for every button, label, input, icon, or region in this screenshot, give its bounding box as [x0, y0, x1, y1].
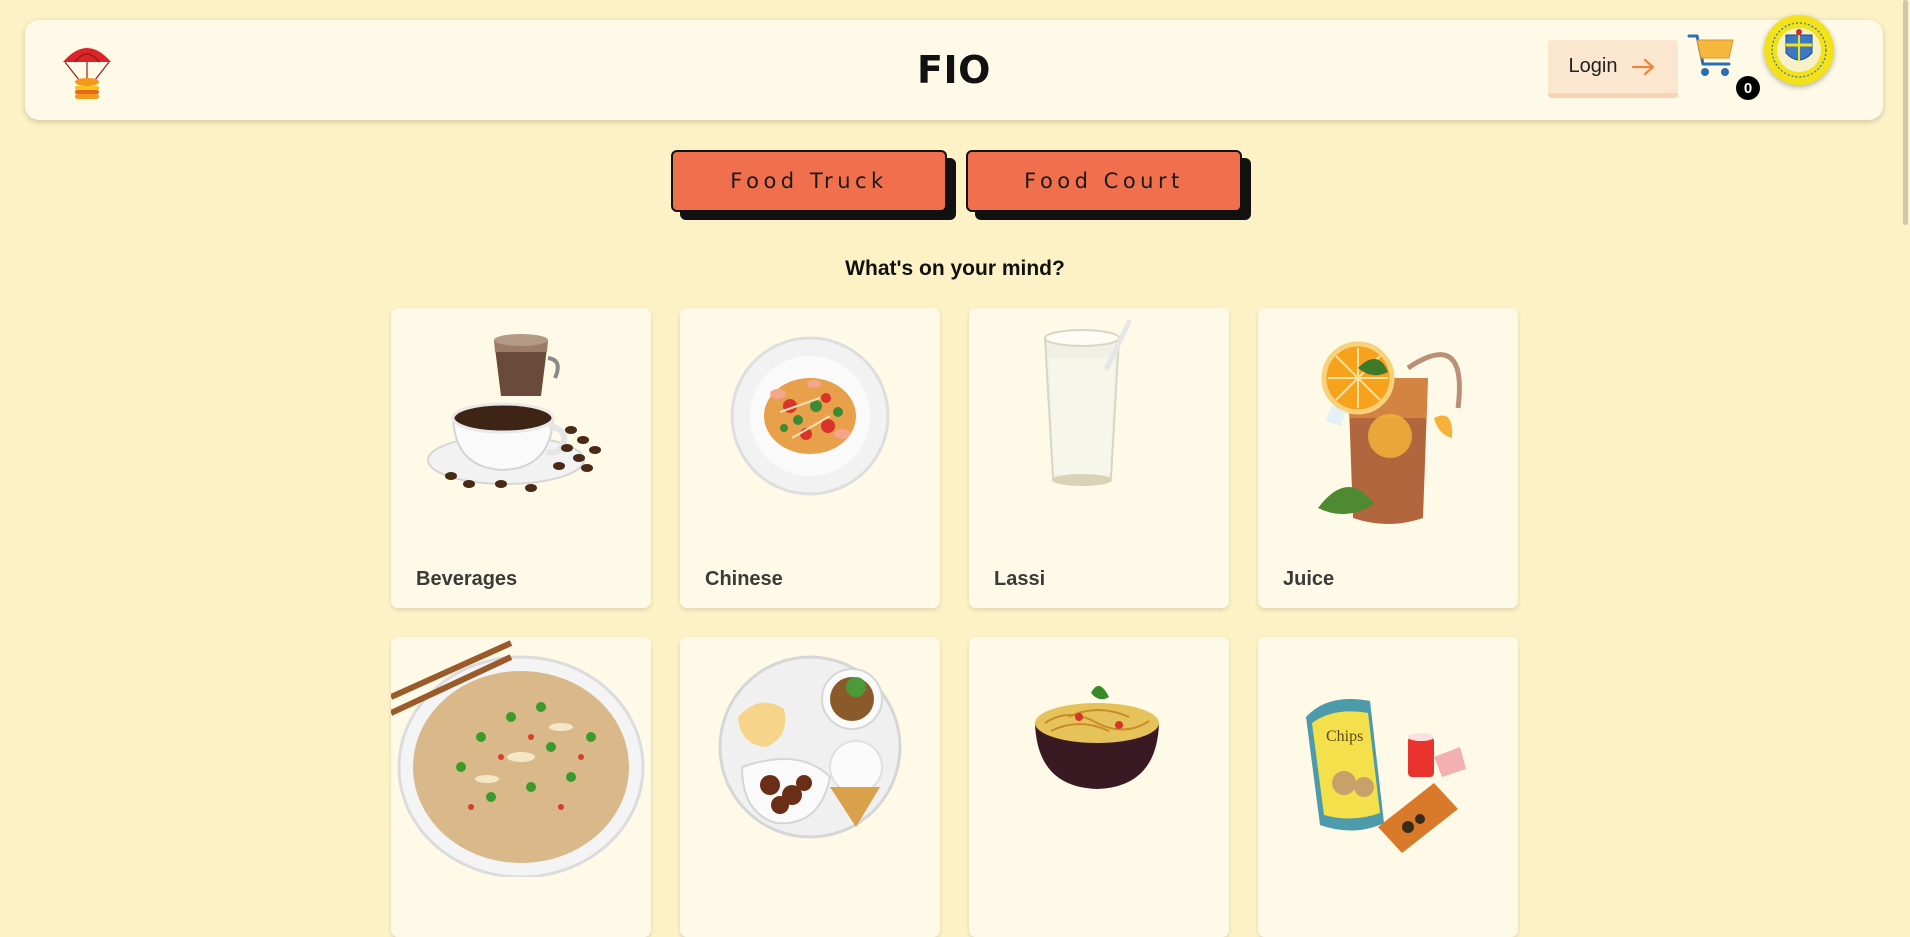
profile-avatar[interactable]: [1764, 15, 1834, 85]
fried-rice-icon: [391, 640, 645, 877]
coffee-cups-icon: [427, 334, 601, 492]
svg-text:Chips: Chips: [1326, 728, 1363, 745]
section-heading: What's on your mind?: [845, 257, 1065, 280]
food-court-button[interactable]: Food Court: [966, 150, 1242, 212]
category-card-thali[interactable]: [680, 637, 940, 937]
category-card-fried-rice[interactable]: [391, 637, 651, 937]
food-truck-button[interactable]: Food Truck: [671, 150, 947, 212]
category-label: Juice: [1283, 568, 1335, 590]
shopping-cart-icon[interactable]: [1685, 28, 1739, 82]
category-card-chinese[interactable]: Chinese: [680, 308, 940, 608]
category-label: Beverages: [416, 568, 518, 590]
chips-snacks-icon: Chips: [1306, 699, 1466, 853]
cart-count-badge: 0: [1736, 76, 1760, 100]
institute-seal-icon: [1766, 17, 1832, 83]
scrollbar-thumb[interactable]: [1903, 0, 1908, 225]
category-label: Lassi: [994, 568, 1046, 590]
category-card-snacks[interactable]: Chips: [1258, 637, 1518, 937]
category-card-beverages[interactable]: Beverages: [391, 308, 651, 608]
lassi-glass-icon: [1043, 319, 1132, 486]
login-button[interactable]: Login: [1548, 40, 1678, 98]
iced-tea-glass-icon: [1318, 341, 1462, 524]
noodle-salad-plate-icon: [730, 336, 890, 496]
category-card-noodles[interactable]: [969, 637, 1229, 937]
thali-plate-icon: [718, 655, 902, 839]
category-card-lassi[interactable]: Lassi: [969, 308, 1229, 608]
login-label: Login: [1568, 55, 1618, 77]
top-navbar: FIO Login: [25, 20, 1883, 120]
arrow-right-icon: [1632, 58, 1655, 75]
noodle-bowl-icon: [1035, 685, 1159, 789]
category-label: Chinese: [705, 568, 783, 590]
category-card-juice[interactable]: Juice: [1258, 308, 1518, 608]
page-scrollbar[interactable]: [1900, 0, 1910, 866]
